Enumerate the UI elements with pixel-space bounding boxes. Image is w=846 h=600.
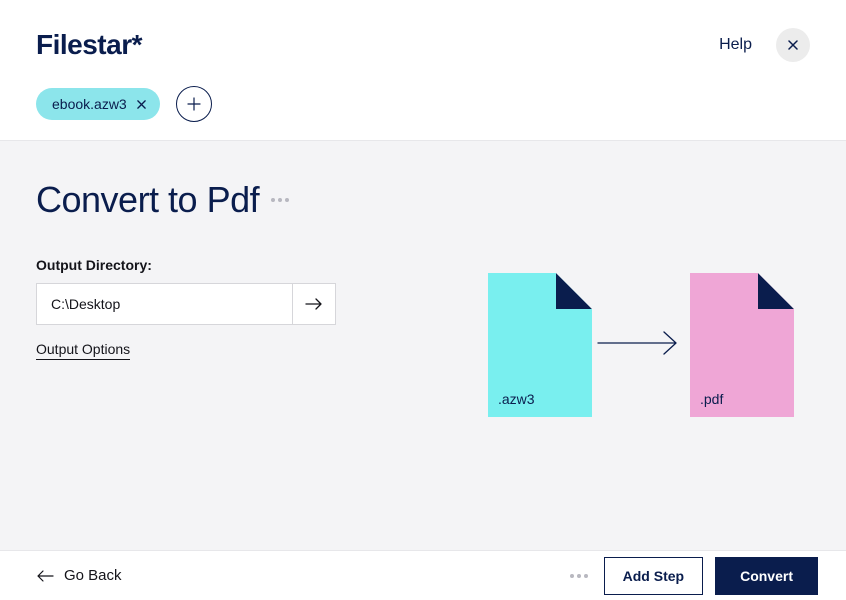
target-file-illustration: .pdf xyxy=(690,273,794,417)
header-actions: Help xyxy=(719,28,810,62)
add-file-button[interactable] xyxy=(176,86,212,122)
footer-right: Add Step Convert xyxy=(570,557,818,595)
file-chip[interactable]: ebook.azw3 xyxy=(36,88,160,120)
title-more-icon[interactable] xyxy=(271,198,289,202)
go-back-label: Go Back xyxy=(64,567,122,584)
close-button[interactable] xyxy=(776,28,810,62)
main-area: Convert to Pdf Output Directory: Output … xyxy=(0,140,846,568)
close-icon xyxy=(788,40,798,50)
convert-arrow-icon xyxy=(596,273,686,363)
header-top: Filestar* Help xyxy=(36,28,810,62)
output-dir-input[interactable] xyxy=(36,283,292,325)
arrow-right-icon xyxy=(305,297,323,311)
logo: Filestar* xyxy=(36,29,142,61)
convert-button[interactable]: Convert xyxy=(715,557,818,595)
illustration-area: .azw3 .pdf xyxy=(376,179,810,568)
title-row: Convert to Pdf xyxy=(36,179,376,221)
browse-button[interactable] xyxy=(292,283,336,325)
go-back-button[interactable]: Go Back xyxy=(36,567,122,584)
footer-more-icon[interactable] xyxy=(570,574,588,578)
file-chip-remove[interactable] xyxy=(137,100,146,109)
footer-bar: Go Back Add Step Convert xyxy=(0,550,846,600)
arrow-left-icon xyxy=(36,569,54,583)
page-title: Convert to Pdf xyxy=(36,179,259,221)
source-file-ext: .azw3 xyxy=(498,391,535,407)
main-left: Convert to Pdf Output Directory: Output … xyxy=(36,179,376,568)
close-icon xyxy=(137,100,146,109)
output-dir-input-group xyxy=(36,283,336,325)
target-file-ext: .pdf xyxy=(700,391,723,407)
add-step-button[interactable]: Add Step xyxy=(604,557,703,595)
plus-icon xyxy=(187,97,201,111)
file-chips-row: ebook.azw3 xyxy=(36,86,810,140)
output-dir-label: Output Directory: xyxy=(36,257,376,273)
file-chip-label: ebook.azw3 xyxy=(52,96,127,112)
app-header: Filestar* Help ebook.azw3 xyxy=(0,0,846,140)
help-link[interactable]: Help xyxy=(719,36,752,54)
output-options-link[interactable]: Output Options xyxy=(36,341,130,360)
source-file-illustration: .azw3 xyxy=(488,273,592,417)
